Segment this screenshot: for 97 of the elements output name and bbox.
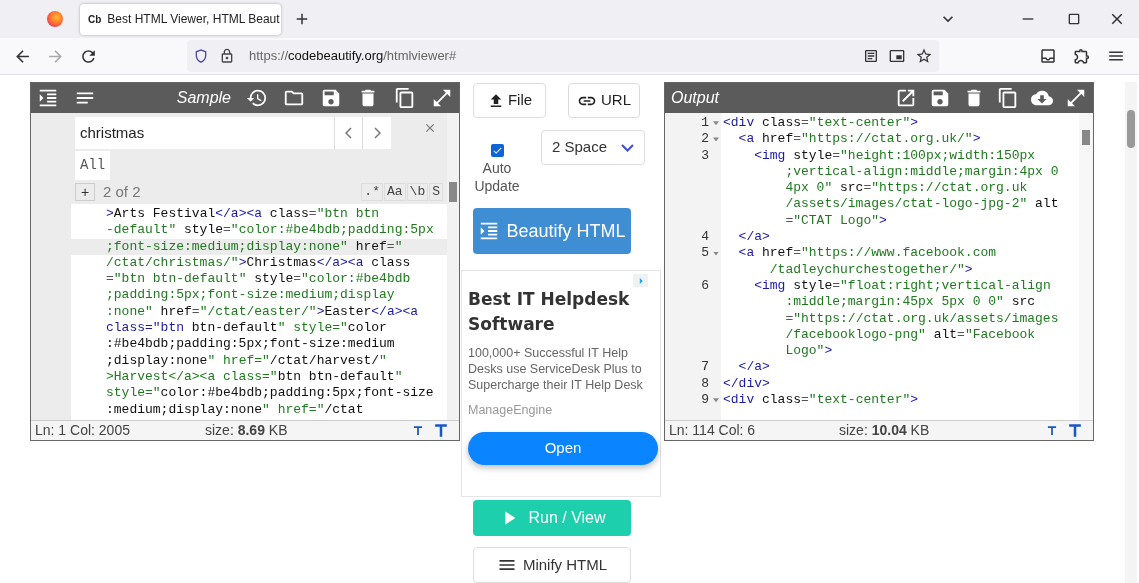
search-option-toggle[interactable]: .* bbox=[361, 183, 383, 201]
fold-icon[interactable] bbox=[713, 137, 719, 142]
fold-icon[interactable] bbox=[713, 121, 719, 126]
chevron-left-icon bbox=[345, 127, 352, 139]
browser-logo-icon[interactable] bbox=[47, 11, 63, 28]
fold-icon[interactable] bbox=[713, 398, 719, 403]
minify-button[interactable]: Minify HTML bbox=[473, 547, 631, 583]
match-count: 2 of 2 bbox=[103, 181, 141, 202]
checkbox-label: Auto Update bbox=[473, 159, 521, 195]
line-number: 6 bbox=[700, 277, 709, 295]
code-line: ="https://ctat.org.uk/assets/images bbox=[785, 310, 1059, 327]
picture-in-picture-icon[interactable] bbox=[889, 48, 905, 65]
search-option-toggle[interactable]: \b bbox=[406, 183, 429, 201]
star-icon[interactable] bbox=[915, 47, 933, 66]
code-line: 4px 0" src="https://ctat.org.uk bbox=[785, 180, 1028, 197]
ad-title: Best IT Helpdesk Software bbox=[468, 288, 631, 336]
code-line: <img style="height:100px;width:150px bbox=[753, 147, 1036, 164]
line-number: 7 bbox=[700, 359, 709, 376]
line-number: 2 bbox=[700, 131, 709, 148]
expand-icon[interactable] bbox=[431, 87, 453, 109]
chevron-right-icon bbox=[373, 127, 381, 139]
smaller-text-icon[interactable] bbox=[411, 423, 425, 438]
url-text: https://codebeautify.org/htmlviewer# bbox=[249, 47, 457, 66]
code-line: >Harvest</a><a class="btn btn-default" bbox=[105, 368, 404, 386]
code-line: /ctat/christmas/">Christmas</a><a class bbox=[105, 254, 412, 272]
code-line: -default" style="color:#be4bdb;padding:5px bbox=[105, 222, 435, 239]
code-line: ="btn btn-default" style="color:#be4bdb bbox=[105, 271, 412, 288]
shield-icon bbox=[193, 48, 209, 65]
code-line: <a href="https://www.facebook.com bbox=[737, 245, 997, 262]
panel-title: Output bbox=[671, 88, 720, 108]
fold-icon[interactable] bbox=[713, 251, 719, 256]
file-button[interactable]: File bbox=[473, 83, 546, 118]
checkbox[interactable] bbox=[490, 144, 504, 157]
code-line: </div> bbox=[723, 375, 770, 393]
copy-icon[interactable] bbox=[997, 87, 1019, 109]
history-icon[interactable] bbox=[246, 87, 268, 109]
code-line: </a> bbox=[737, 229, 770, 246]
open-in-new-icon[interactable] bbox=[895, 87, 917, 109]
file-size: size: 8.69 KB bbox=[205, 421, 288, 440]
code-line: /tadleychurchestogether/"> bbox=[769, 261, 973, 278]
code-line: </a> bbox=[737, 359, 770, 376]
code-line: /facebooklogo-png" alt="Facebook bbox=[785, 326, 1036, 344]
code-line: class="btn btn-default" style="color bbox=[105, 320, 388, 337]
code-line: >Arts Festival</a><a class="btn btn bbox=[105, 206, 381, 223]
cursor-position: Ln: 114 Col: 6 bbox=[669, 421, 757, 440]
tab-favicon: Cb bbox=[88, 12, 102, 27]
file-size: size: 10.04 KB bbox=[839, 421, 930, 440]
search-field[interactable]: christmas bbox=[75, 117, 334, 149]
scrollbar-thumb[interactable] bbox=[449, 182, 457, 202]
puzzle-icon[interactable] bbox=[1073, 47, 1091, 66]
code-line: <img style="float:right;vertical-align bbox=[753, 277, 1051, 295]
line-number: 9 bbox=[700, 392, 709, 409]
code-line: :middle;margin:45px 5px 0 0" src bbox=[785, 294, 1036, 311]
code-line: ="CTAT Logo"> bbox=[785, 212, 887, 230]
cursor-position: Ln: 1 Col: 2005 bbox=[35, 421, 131, 440]
line-number: 4 bbox=[700, 229, 709, 246]
address-bar[interactable]: https://codebeautify.org/htmlviewer# bbox=[187, 40, 939, 73]
browser-tab[interactable]: Cb Best HTML Viewer, HTML Beaut bbox=[80, 3, 281, 35]
find-all-button[interactable]: All bbox=[75, 151, 111, 180]
code-line: <div class="text-center"> bbox=[723, 115, 919, 132]
search-option-toggle[interactable]: Aa bbox=[383, 183, 406, 201]
lock-icon bbox=[219, 48, 235, 65]
line-number: 5 bbox=[700, 245, 709, 262]
code-line: :medium;display:none" href="/ctat bbox=[105, 401, 365, 418]
add-button[interactable]: + bbox=[75, 183, 95, 201]
tab-title: Best HTML Viewer, HTML Beaut bbox=[107, 11, 280, 29]
line-number: 3 bbox=[700, 147, 709, 164]
advertiser-name: ManageEngine bbox=[468, 402, 554, 419]
chevron-down-icon bbox=[621, 143, 634, 152]
scrollbar-thumb[interactable] bbox=[1082, 130, 1090, 145]
save-icon[interactable] bbox=[929, 87, 951, 109]
expand-icon[interactable] bbox=[1065, 87, 1087, 109]
save-icon[interactable] bbox=[320, 87, 342, 109]
page-scrollbar-thumb[interactable] bbox=[1127, 110, 1135, 148]
line-number: 8 bbox=[700, 375, 709, 393]
ad-text: 100,000+ Successful IT Help Desks use ServiceDesk Plus to Supercharge their IT Help Desk bbox=[468, 345, 644, 393]
indent-icon[interactable] bbox=[37, 87, 59, 109]
code-line: <div class="text-center"> bbox=[723, 392, 919, 409]
smaller-text-icon[interactable] bbox=[1045, 423, 1059, 438]
code-line: /assets/images/ctat-logo-jpg-2" alt bbox=[785, 196, 1059, 213]
code-line: :#be4bdb;padding:5px;font-size:medium bbox=[105, 336, 396, 353]
indent-select[interactable]: 2 Space bbox=[541, 130, 645, 165]
code-line: :none" href="/ctat/easter/">Easter</a><a bbox=[105, 303, 420, 321]
code-line: ;vertical-align:middle;margin:4px 0 bbox=[785, 163, 1059, 181]
copy-icon[interactable] bbox=[394, 87, 416, 109]
code-line: ;padding:5px;font-size:medium;display bbox=[105, 287, 396, 304]
url-button[interactable]: URL bbox=[568, 83, 640, 118]
code-line: Logo"> bbox=[785, 343, 833, 360]
code-line: style="color:#be4bdb;padding:5px;font-size bbox=[105, 385, 435, 402]
code-line: ;display:none" href="/ctat/harvest/" bbox=[105, 352, 388, 369]
sample-button[interactable]: Sample bbox=[176, 86, 231, 110]
tray-icon[interactable] bbox=[1039, 47, 1057, 66]
search-option-toggle[interactable]: S bbox=[429, 183, 443, 201]
open-button[interactable]: Open bbox=[468, 431, 658, 465]
reader-view-icon[interactable] bbox=[863, 48, 879, 65]
line-number: 1 bbox=[700, 115, 709, 132]
code-line: <a href="https://ctat.org.uk/"> bbox=[737, 131, 981, 148]
